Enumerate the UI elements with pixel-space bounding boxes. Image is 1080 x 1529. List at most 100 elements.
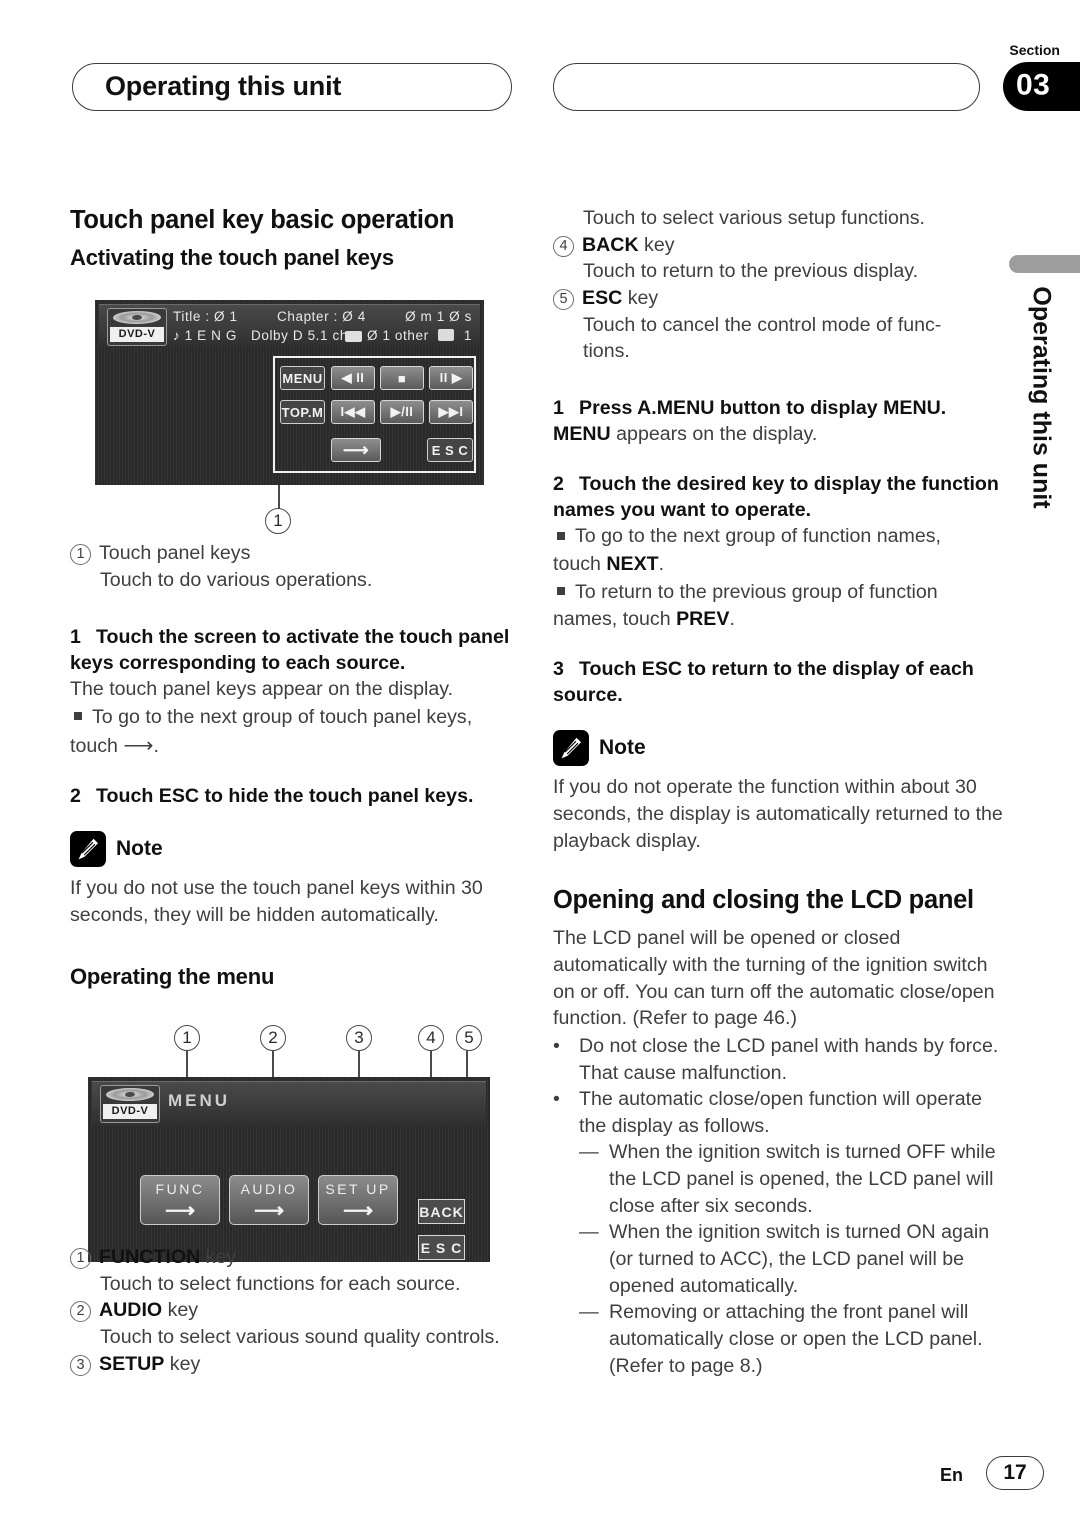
round-bullet-icon: •	[553, 1088, 560, 1111]
key-name: AUDIO	[99, 1299, 163, 1322]
key-suffix: key	[162, 1299, 199, 1322]
section-heading-lcd-panel: Opening and closing the LCD panel	[553, 886, 974, 915]
key-description: Touch to select various sound quality co…	[100, 1325, 500, 1348]
arrow-right-icon: ⟶	[123, 733, 154, 757]
step-text: Press A.MENU button to display MENU.	[579, 396, 947, 419]
key-name: SETUP	[99, 1352, 165, 1375]
note-label: Note	[116, 837, 163, 861]
chapter-title-pill: Operating this unit	[72, 63, 512, 111]
callout-key-list-2: 1 FUNCTION key Touch to select functions …	[70, 1244, 525, 1377]
callout-label: Touch panel keys	[99, 542, 251, 565]
step-2-heading: 2 Touch ESC to hide the touch panel keys.	[70, 783, 525, 809]
key-description: Touch to cancel the control mode of func…	[583, 313, 942, 363]
step-2-bullet-b: To return to the previous group of funct…	[553, 579, 1008, 606]
list-item: 2 AUDIO key	[70, 1297, 525, 1324]
dash-text: When the ignition switch is turned ON ag…	[609, 1221, 990, 1297]
list-item: 4 BACK key	[553, 232, 1008, 259]
lcd-panel-body: The LCD panel will be opened or closed a…	[553, 927, 995, 1030]
step-1-heading: 1 Touch the screen to activate the touch …	[70, 624, 525, 677]
circled-number: 2	[70, 1301, 91, 1323]
key-name: BACK	[582, 233, 639, 256]
header-blank-pill	[553, 63, 980, 111]
key-name: FUNCTION	[99, 1246, 201, 1268]
list-item: 5 ESC key	[553, 285, 1008, 312]
step-text: Touch the screen to activate the touch p…	[70, 625, 510, 674]
circled-number: 4	[553, 235, 574, 257]
step-3-heading: 3 Touch ESC to return to the display of e…	[553, 656, 1008, 709]
footer-page-number: 17	[986, 1456, 1044, 1490]
section-number-badge: 03	[1003, 62, 1080, 111]
step-1-heading: 1 Press A.MENU button to display MENU.	[553, 395, 1008, 421]
continued-key-description: Touch to select various setup functions.	[583, 207, 925, 229]
square-bullet-icon	[74, 712, 82, 721]
em-dash-icon: —	[579, 1221, 599, 1244]
note-label: Note	[599, 736, 646, 760]
bullet-text: To go to the next group of function name…	[575, 525, 941, 548]
side-tab-label: Operating this unit	[1027, 286, 1056, 509]
key-description: Touch to return to the previous display.	[583, 260, 919, 283]
round-bullet-icon: •	[553, 1034, 560, 1057]
step-text: Touch ESC to hide the touch panel keys.	[96, 785, 474, 808]
left-text-column: Touch panel key basic operation Activati…	[70, 205, 525, 1377]
dash-item: — When the ignition switch is turned ON …	[553, 1219, 1008, 1299]
subsection-heading-activating: Activating the touch panel keys	[70, 245, 394, 271]
note-2-text: If you do not operate the function withi…	[553, 776, 1003, 852]
square-bullet-icon	[557, 531, 565, 540]
section-label: Section	[1009, 42, 1060, 58]
step-1-body-bold: MENU	[553, 423, 611, 446]
step-text: Touch ESC to return to the display of ea…	[553, 657, 974, 707]
bullet-text: To go to the next group of touch panel k…	[92, 705, 473, 728]
page-title: Operating this unit	[105, 70, 342, 101]
bullet-tail-post: .	[729, 608, 735, 631]
circled-number: 1	[70, 1248, 91, 1269]
note-block-1: Note	[70, 831, 525, 868]
list-item: 3 SETUP key	[70, 1351, 525, 1378]
key-suffix: key	[164, 1352, 201, 1375]
step-2-bullet-a-tail: touch NEXT.	[553, 551, 1008, 578]
section-number: 03	[1016, 68, 1051, 102]
bullet-text: Do not close the LCD panel with hands by…	[579, 1034, 999, 1084]
right-text-column: Touch to select various setup functions.…	[553, 205, 1008, 1379]
step-1-body: The touch panel keys appear on the displ…	[70, 678, 454, 701]
step-number: 1	[553, 396, 564, 419]
bullet-tail-pre: touch	[553, 552, 607, 575]
key-suffix: key	[622, 286, 659, 309]
note-1-text: If you do not use the touch panel keys w…	[70, 877, 483, 926]
bullet-keyword: NEXT	[606, 552, 659, 575]
bullet-item: • Do not close the LCD panel with hands …	[553, 1033, 1008, 1086]
pencil-icon	[553, 730, 589, 767]
step-2-bullet-b-tail: names, touch PREV.	[553, 606, 1008, 633]
key-suffix: key	[638, 233, 675, 256]
bullet-tail-pre: touch	[70, 734, 124, 757]
bullet-tail-post: .	[153, 734, 159, 757]
dash-item: — Removing or attaching the front panel …	[553, 1299, 1008, 1379]
step-number: 1	[70, 625, 81, 648]
bullet-text: To return to the previous group of funct…	[575, 580, 938, 603]
step-2-heading: 2 Touch the desired key to display the fu…	[553, 471, 1008, 524]
key-description: Touch to select functions for each sourc…	[100, 1272, 461, 1295]
key-name: ESC	[582, 286, 623, 309]
section-heading: Touch panel key basic operation	[70, 206, 455, 234]
step-1-body: MENU appears on the display.	[553, 421, 1008, 448]
step-1-bullet-a-tail: touch ⟶.	[70, 732, 525, 761]
step-1-bullet-a: To go to the next group of touch panel k…	[70, 704, 525, 731]
manual-page: Operating this unit Section 03 Operating…	[0, 0, 1080, 1529]
bullet-tail-post: .	[658, 552, 665, 575]
list-item: 1 Touch panel keys	[70, 540, 525, 567]
bullet-text: The automatic close/open function will o…	[579, 1088, 982, 1137]
circled-number: 1	[70, 544, 91, 566]
square-bullet-icon	[557, 586, 565, 595]
step-text: Touch the desired key to display the fun…	[553, 472, 999, 521]
footer-language: En	[940, 1465, 964, 1485]
em-dash-icon: —	[579, 1301, 599, 1324]
dash-text: When the ignition switch is turned OFF w…	[609, 1141, 996, 1217]
bullet-item: • The automatic close/open function will…	[553, 1086, 1008, 1139]
key-suffix: key	[200, 1246, 237, 1268]
circled-number: 5	[553, 288, 574, 310]
bullet-keyword: PREV	[676, 608, 730, 631]
circled-number: 3	[70, 1354, 91, 1376]
bullet-tail-pre: names, touch	[553, 608, 677, 631]
step-number: 2	[70, 785, 81, 808]
step-1-body-rest: appears on the display.	[610, 423, 818, 446]
list-item: 1 FUNCTION key	[70, 1244, 525, 1271]
